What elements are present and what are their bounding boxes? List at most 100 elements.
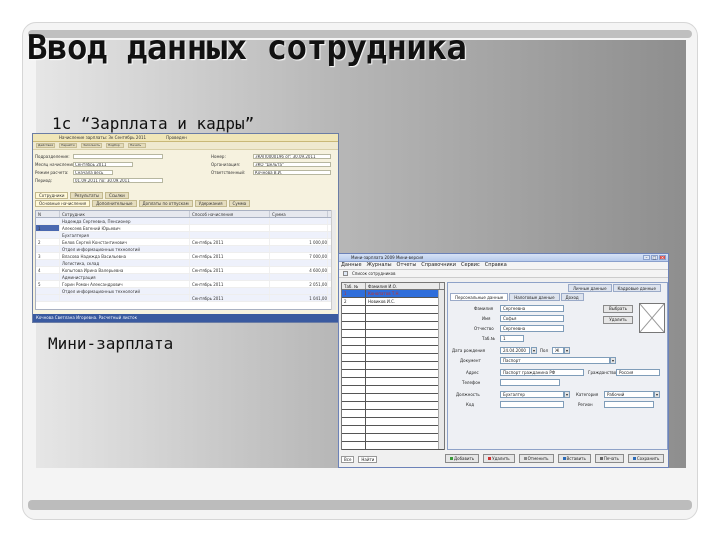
col-header-method[interactable]: Способ начисления: [190, 211, 270, 217]
col-header-employee[interactable]: Сотрудник: [60, 211, 190, 217]
table-row[interactable]: 2 Белов Сергей Константинович Сентябрь 201…: [36, 239, 332, 246]
list-item[interactable]: 1 Конопатов Т.Н.: [342, 290, 444, 298]
delete-button[interactable]: Удалить: [483, 454, 515, 463]
table-row[interactable]: Администрация: [36, 274, 332, 281]
col-header-fio[interactable]: Фамилия И.О.: [366, 283, 440, 289]
tabno-input[interactable]: 1: [500, 335, 524, 342]
list-item[interactable]: [342, 410, 444, 418]
region-input[interactable]: [604, 401, 654, 408]
employee-list-icon[interactable]: [343, 271, 348, 276]
tab-results[interactable]: Результаты: [70, 192, 104, 199]
table-row[interactable]: 5 Горин Роман Александрович Сентябрь 2011 2…: [36, 281, 332, 288]
category-input[interactable]: Рабочий: [604, 391, 654, 398]
col-header-n[interactable]: N: [36, 211, 60, 217]
accruals-table[interactable]: N Сотрудник Способ начисления Сумма Наде…: [35, 210, 333, 310]
toolbar-print-button[interactable]: Печать: [127, 143, 146, 148]
list-item[interactable]: [342, 370, 444, 378]
table-row[interactable]: 4 Копытова Ирина Валерьевна Сентябрь 2011 4…: [36, 267, 332, 274]
list-item[interactable]: [342, 386, 444, 394]
accruals-table-scrollbar[interactable]: [331, 210, 336, 310]
toolbar-goto-button[interactable]: Перейти: [59, 143, 78, 148]
select-photo-button[interactable]: Выбрать: [603, 305, 633, 313]
tab-income[interactable]: Доход: [560, 293, 584, 301]
doc-input[interactable]: Паспорт: [500, 357, 610, 364]
name-input[interactable]: Софья: [500, 315, 564, 322]
period-field[interactable]: 01.09.2011 по: 30.09.2011: [73, 178, 163, 183]
table-row[interactable]: Отдел информационных технологий: [36, 246, 332, 253]
organization-field[interactable]: ЗКО "Дельта": [253, 162, 331, 167]
employee-list-scrollbar[interactable]: [438, 290, 444, 449]
subtab-sum[interactable]: Сумма: [228, 200, 251, 207]
phone-input[interactable]: [500, 379, 560, 386]
patronymic-input[interactable]: Сергеевна: [500, 325, 564, 332]
menu-help[interactable]: Справка: [485, 262, 507, 269]
minimize-icon[interactable]: –: [643, 255, 650, 260]
subtab-additional[interactable]: Дополнительные: [92, 200, 137, 207]
calendar-icon[interactable]: ▾: [531, 347, 537, 354]
list-item[interactable]: [342, 314, 444, 322]
subtab-main-accruals[interactable]: Основные начисления: [35, 200, 91, 207]
sex-dropdown-icon[interactable]: ▾: [564, 347, 570, 354]
position-dropdown-icon[interactable]: ▾: [564, 391, 570, 398]
tab-links[interactable]: Ссылки: [105, 192, 129, 199]
list-item[interactable]: [342, 346, 444, 354]
list-item[interactable]: [342, 362, 444, 370]
add-button[interactable]: Добавить: [445, 454, 480, 463]
save-button[interactable]: Сохранить: [627, 454, 665, 463]
birth-input[interactable]: 24.04.2000: [500, 347, 530, 354]
table-row[interactable]: Логистика, склад: [36, 260, 332, 267]
toolbar-fill-button[interactable]: Заполнить: [81, 143, 102, 148]
menu-journals[interactable]: Журналы: [367, 262, 392, 269]
position-input[interactable]: Бухгалтер: [500, 391, 564, 398]
mode-field[interactable]: Сначала весь: [73, 170, 113, 175]
insert-button[interactable]: Вставить: [557, 454, 591, 463]
close-icon[interactable]: ×: [659, 255, 666, 260]
subtab-vacation[interactable]: Доплаты по отпускам: [138, 200, 193, 207]
col-header-tabno[interactable]: Таб. №: [342, 283, 366, 289]
table-row[interactable]: Сентябрь 2011 1 041,00: [36, 295, 332, 302]
number-field[interactable]: ЗКАП0000196 от: 30.09.2011: [253, 154, 331, 159]
list-item[interactable]: [342, 442, 444, 450]
sex-input[interactable]: Ж: [552, 347, 564, 354]
toolbar-select-button[interactable]: Подбор: [105, 143, 124, 148]
grazh-input[interactable]: Россия: [616, 369, 660, 376]
list-item[interactable]: [342, 330, 444, 338]
list-item[interactable]: [342, 418, 444, 426]
addr-input[interactable]: Паспорт гражданина РФ: [500, 369, 584, 376]
maximize-icon[interactable]: □: [651, 255, 658, 260]
menu-service[interactable]: Сервис: [461, 262, 480, 269]
list-item[interactable]: [342, 306, 444, 314]
table-row[interactable]: Отдел информационных технологий: [36, 288, 332, 295]
toolbar-actions-button[interactable]: Действия: [36, 143, 56, 148]
responsible-field[interactable]: Кочнова В.И.: [253, 170, 331, 175]
tab-hr[interactable]: Кадровые данные: [612, 284, 661, 292]
table-row[interactable]: 1 Алексеев Евгений Юрьевич: [36, 225, 332, 232]
list-item[interactable]: [342, 338, 444, 346]
table-row[interactable]: Надежда Сергеевна, Пенсионер: [36, 218, 332, 225]
menu-references[interactable]: Справочники: [421, 262, 456, 269]
list-item[interactable]: 2 Новиков И.С.: [342, 298, 444, 306]
list-item[interactable]: [342, 402, 444, 410]
photo-placeholder[interactable]: [639, 303, 665, 333]
code-input[interactable]: [500, 401, 564, 408]
employee-list[interactable]: Таб. № Фамилия И.О. 1 Конопатов Т.Н. 2 Нови…: [341, 282, 445, 450]
department-field[interactable]: [73, 154, 163, 159]
remove-photo-button[interactable]: Удалить: [603, 316, 633, 324]
list-item[interactable]: [342, 378, 444, 386]
surname-input[interactable]: Сергеевна: [500, 305, 564, 312]
table-row[interactable]: 3 Власова Надежда Васильевна Сентябрь 2011…: [36, 253, 332, 260]
table-row[interactable]: Бухгалтерия: [36, 232, 332, 239]
menu-data[interactable]: Данные: [341, 262, 362, 269]
doc-dropdown-icon[interactable]: ▾: [610, 357, 616, 364]
print-button[interactable]: Печать: [594, 454, 624, 463]
menu-reports[interactable]: Отчеты: [397, 262, 417, 269]
list-item[interactable]: [342, 426, 444, 434]
cancel-button[interactable]: Отменить: [518, 454, 554, 463]
category-dropdown-icon[interactable]: ▾: [654, 391, 660, 398]
list-item[interactable]: [342, 322, 444, 330]
month-field[interactable]: Сентябрь 2011: [73, 162, 133, 167]
tab-tax-data[interactable]: Налоговые данные: [509, 293, 560, 301]
tab-personal-data[interactable]: Персональные данные: [450, 293, 509, 301]
tab-employees[interactable]: Сотрудники: [35, 192, 69, 199]
tab-personal[interactable]: Личные данные: [568, 284, 612, 292]
